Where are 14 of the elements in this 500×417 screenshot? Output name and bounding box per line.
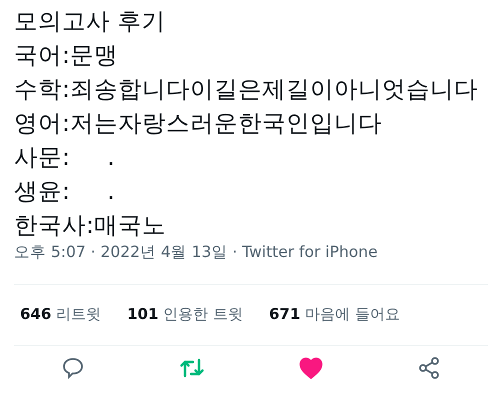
share-icon[interactable] [417, 356, 441, 380]
reply-icon[interactable] [61, 356, 85, 380]
tweet-text-line: 한국사:매국노 [14, 210, 167, 241]
tweet-stat[interactable]: 646 리트윗 [20, 305, 102, 324]
tweet-text-line: 수학:죄송합니다이길은제길이아니엇습니다 [14, 74, 479, 105]
heart-icon[interactable] [299, 357, 323, 379]
tweet-timestamp: 오후 5:07 · 2022년 4월 13일 · Twitter for iPhone [14, 243, 378, 261]
tweet-text-line: 모의고사 후기 [14, 6, 166, 37]
tweet-stat[interactable]: 101 인용한 트윗 [127, 305, 243, 324]
tweet-stat[interactable]: 671 마음에 들어요 [268, 305, 400, 324]
tweet-text-line: 국어:문맹 [14, 40, 119, 71]
tweet-text-line: 영어:저는자랑스러운한국인입니다 [14, 108, 383, 139]
tweet-text-line: 사문: . [14, 142, 116, 173]
tweet-text-line: 생윤: . [14, 176, 116, 207]
